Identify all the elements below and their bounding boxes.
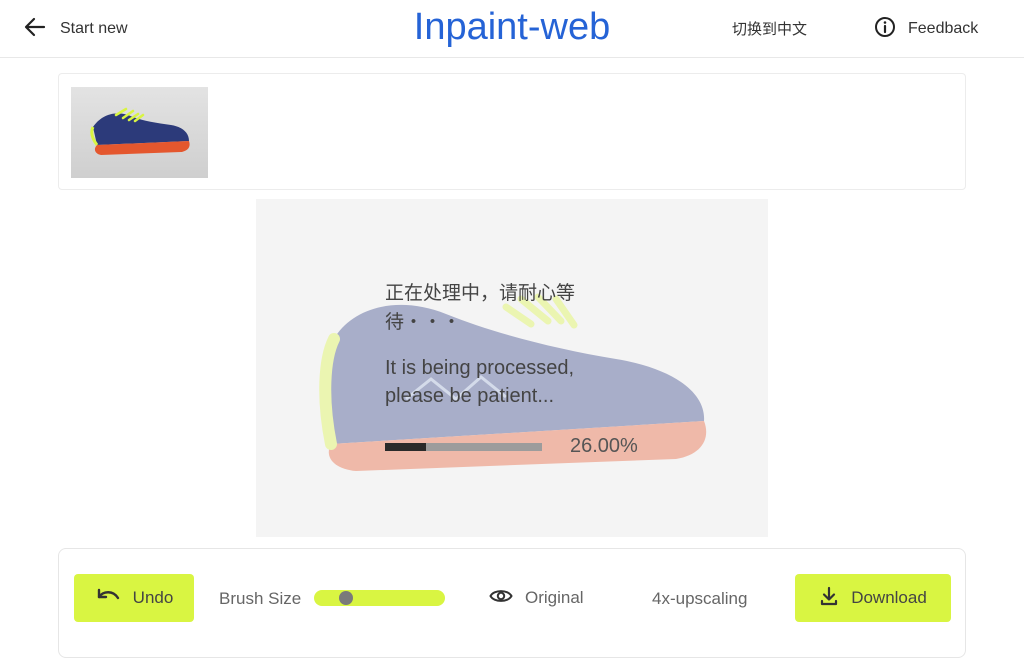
upscale-button[interactable]: 4x-upscaling (652, 589, 747, 609)
brush-size-slider-thumb[interactable] (339, 591, 354, 605)
arrow-left-icon (24, 16, 46, 43)
header-bar: Start new Inpaint-web 切换到中文 Feedback (0, 0, 1024, 58)
brush-size-label: Brush Size (219, 589, 302, 608)
brush-size-slider[interactable] (314, 590, 445, 606)
undo-label: Undo (132, 588, 174, 607)
progress-percentage: 26.00% (570, 435, 638, 457)
feedback-label: Feedback (908, 20, 979, 37)
original-label: Original (525, 588, 584, 607)
image-history-strip (58, 73, 966, 190)
editor-toolbar: Undo Brush Size Original 4x-upscaling Do… (58, 548, 966, 658)
processing-overlay: 正在处理中，请耐心等待・・・ It is being processed, pl… (256, 199, 768, 537)
download-button[interactable]: Download (795, 574, 951, 622)
show-original-toggle[interactable]: Original (489, 587, 584, 609)
language-switch-link[interactable]: 切换到中文 (732, 18, 807, 39)
app-title: Inpaint-web (413, 6, 611, 48)
feedback-button[interactable]: Feedback (874, 16, 978, 42)
eye-icon (489, 587, 513, 610)
start-new-button[interactable]: Start new (24, 16, 128, 42)
progress-bar-fill (385, 443, 426, 451)
undo-icon (95, 586, 121, 611)
info-circle-icon (874, 16, 896, 43)
download-icon (819, 586, 839, 611)
undo-button[interactable]: Undo (74, 574, 194, 622)
download-label: Download (851, 588, 927, 607)
image-thumbnail[interactable] (71, 87, 208, 178)
start-new-label: Start new (60, 20, 128, 37)
processing-message-en: It is being processed, please be patient… (385, 357, 574, 407)
progress-bar (385, 443, 542, 451)
app-title-wrapper: Inpaint-web (0, 6, 1024, 49)
editor-canvas[interactable]: 正在处理中，请耐心等待・・・ It is being processed, pl… (256, 199, 768, 537)
processing-message-cn: 正在处理中，请耐心等待・・・ (385, 283, 576, 333)
